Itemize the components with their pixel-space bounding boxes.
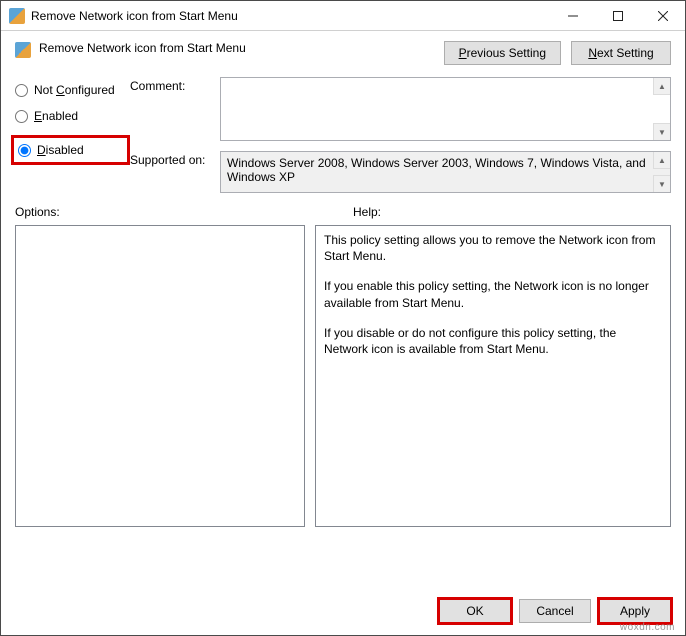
setting-nav: Previous Setting Next Setting <box>444 41 671 65</box>
apply-button[interactable]: Apply <box>599 599 671 623</box>
comment-textarea[interactable]: ▲ ▼ <box>220 77 671 141</box>
supported-row: Supported on: Windows Server 2008, Windo… <box>130 151 671 193</box>
supported-box: Windows Server 2008, Windows Server 2003… <box>220 151 671 193</box>
help-pane: This policy setting allows you to remove… <box>315 225 671 527</box>
comment-row: Comment: ▲ ▼ <box>130 77 671 141</box>
scroll-down-icon[interactable]: ▼ <box>653 123 670 140</box>
help-p2: If you enable this policy setting, the N… <box>324 278 662 310</box>
minimize-button[interactable] <box>550 1 595 30</box>
options-pane <box>15 225 305 527</box>
radio-enabled-label: Enabled <box>34 109 78 123</box>
state-column: Not Configured Enabled Disabled <box>15 77 130 203</box>
body: Not Configured Enabled Disabled Comment: <box>1 73 685 203</box>
window-title: Remove Network icon from Start Menu <box>31 9 550 23</box>
header-subtitle: Remove Network icon from Start Menu <box>39 41 444 55</box>
radio-disabled-input[interactable] <box>18 144 31 157</box>
window-controls <box>550 1 685 30</box>
radio-disabled-label: Disabled <box>37 143 84 157</box>
help-p3: If you disable or do not configure this … <box>324 325 662 357</box>
info-column: Comment: ▲ ▼ Supported on: Windows Serve… <box>130 77 671 203</box>
radio-disabled[interactable]: Disabled <box>18 143 84 157</box>
help-label: Help: <box>315 205 671 219</box>
policy-icon <box>15 42 31 58</box>
close-icon <box>658 11 668 21</box>
cancel-button[interactable]: Cancel <box>519 599 591 623</box>
radio-not-configured-label: Not Configured <box>34 83 115 97</box>
supported-text: Windows Server 2008, Windows Server 2003… <box>227 156 646 184</box>
next-label: ext Setting <box>597 46 654 60</box>
radio-not-configured[interactable]: Not Configured <box>15 83 130 97</box>
radio-disabled-highlight: Disabled <box>11 135 130 165</box>
state-radios: Not Configured Enabled Disabled <box>15 83 130 165</box>
maximize-icon <box>613 11 623 21</box>
radio-enabled[interactable]: Enabled <box>15 109 130 123</box>
comment-label: Comment: <box>130 77 220 141</box>
close-button[interactable] <box>640 1 685 30</box>
header: Remove Network icon from Start Menu Prev… <box>1 31 685 73</box>
pane-labels: Options: Help: <box>1 203 685 225</box>
scroll-up-icon[interactable]: ▲ <box>653 78 670 95</box>
scroll-up-icon[interactable]: ▲ <box>653 152 670 169</box>
policy-icon <box>9 8 25 24</box>
watermark: woxdn.com <box>620 622 675 633</box>
ok-button[interactable]: OK <box>439 599 511 623</box>
previous-setting-button[interactable]: Previous Setting <box>444 41 561 65</box>
next-setting-button[interactable]: Next Setting <box>571 41 671 65</box>
radio-enabled-input[interactable] <box>15 110 28 123</box>
gpo-dialog: Remove Network icon from Start Menu Remo… <box>0 0 686 636</box>
options-label: Options: <box>15 205 315 219</box>
radio-not-configured-input[interactable] <box>15 84 28 97</box>
footer-buttons: OK Cancel Apply <box>439 599 671 623</box>
help-p1: This policy setting allows you to remove… <box>324 232 662 264</box>
prev-label: revious Setting <box>467 46 546 60</box>
scroll-down-icon[interactable]: ▼ <box>653 175 670 192</box>
titlebar: Remove Network icon from Start Menu <box>1 1 685 31</box>
minimize-icon <box>568 11 578 21</box>
supported-label: Supported on: <box>130 151 220 193</box>
maximize-button[interactable] <box>595 1 640 30</box>
panes: This policy setting allows you to remove… <box>1 225 685 527</box>
